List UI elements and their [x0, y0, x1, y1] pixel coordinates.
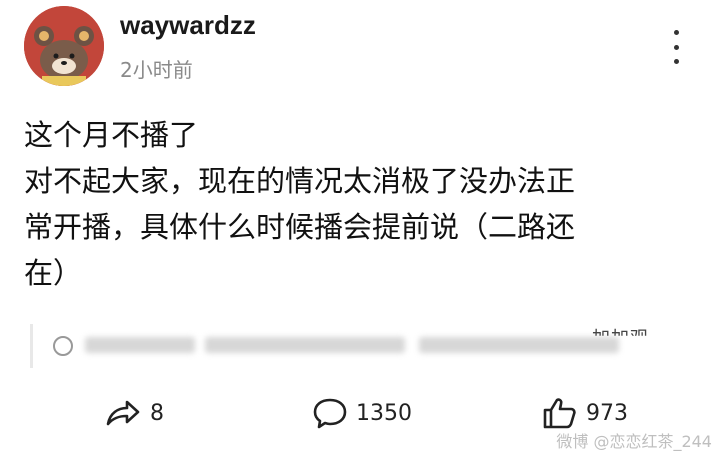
post-timestamp: 2小时前 — [120, 58, 193, 82]
comment-count: 1350 — [356, 400, 412, 426]
more-options-icon[interactable] — [668, 30, 684, 64]
blurred-text — [419, 337, 619, 353]
thumbs-up-icon — [543, 398, 576, 429]
post-line-2: 对不起大家，现在的情况太消极了没办法正 — [24, 164, 576, 198]
share-button[interactable]: 8 — [104, 396, 164, 430]
watermark: 微博 @恋恋红茶_244 — [556, 432, 712, 451]
comment-icon — [313, 398, 347, 429]
post-line-3: 常开播，具体什么时候播会提前说（二路还 — [24, 210, 576, 244]
blurred-text — [205, 337, 405, 353]
share-icon — [106, 400, 140, 426]
avatar[interactable] — [24, 6, 104, 86]
like-count: 973 — [586, 400, 628, 426]
post-line-1: 这个月不播了 — [24, 118, 199, 152]
comment-button[interactable]: 1350 — [312, 396, 412, 430]
blurred-text — [85, 337, 195, 353]
username[interactable]: waywardzz — [120, 10, 256, 41]
bear-avatar-icon — [24, 6, 104, 86]
comment-bubble-icon — [53, 336, 73, 356]
post-body: 这个月不播了 对不起大家，现在的情况太消极了没办法正 常开播，具体什么时候播会提… — [24, 112, 694, 296]
like-button[interactable]: 973 — [542, 396, 628, 430]
post-line-4: 在） — [24, 256, 83, 290]
repost-preview[interactable]: 加加观 — [30, 324, 693, 368]
share-count: 8 — [150, 400, 164, 426]
